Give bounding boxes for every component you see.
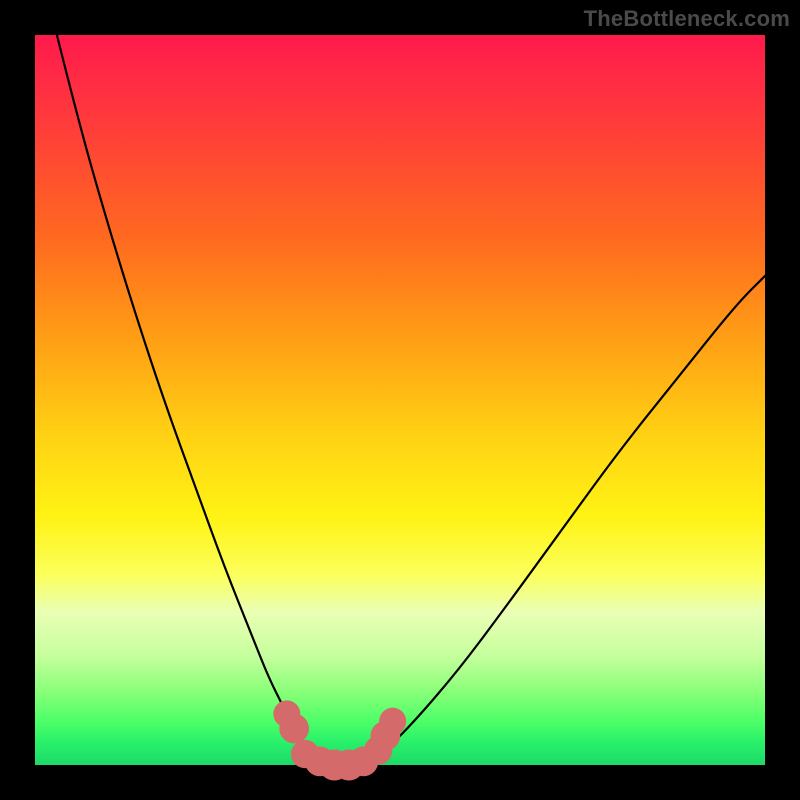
minimum-marker	[379, 708, 406, 735]
chart-frame: TheBottleneck.com	[0, 0, 800, 800]
minimum-markers	[273, 700, 406, 780]
curve-layer	[35, 35, 765, 765]
plot-area	[35, 35, 765, 765]
watermark-text: TheBottleneck.com	[584, 6, 790, 32]
bottleneck-curve	[57, 35, 765, 765]
minimum-marker	[279, 714, 309, 744]
